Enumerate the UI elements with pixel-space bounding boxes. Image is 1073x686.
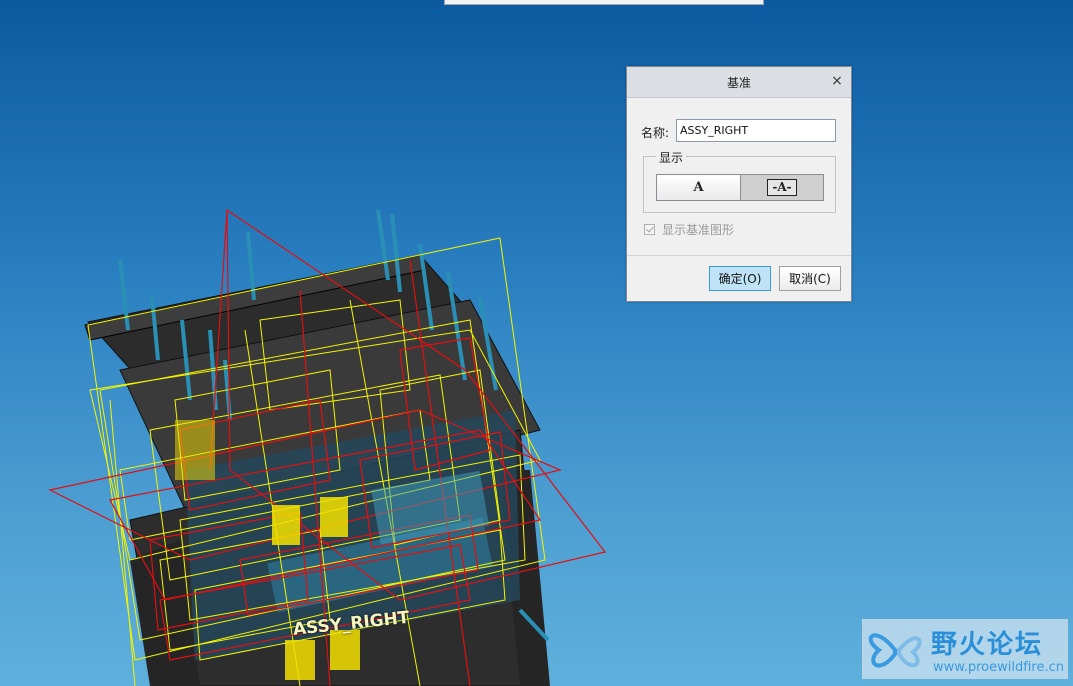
forum-watermark: 野火论坛 www.proewildfire.cn (862, 619, 1068, 679)
show-datum-graphic-row: 显示基准图形 (644, 221, 734, 238)
cancel-button[interactable]: 取消(C) (779, 266, 841, 291)
top-toolbar-edge (444, 0, 764, 5)
display-label-plain-text: A (693, 180, 704, 195)
dialog-separator (627, 255, 851, 256)
butterfly-logo-icon (868, 633, 922, 668)
close-icon[interactable]: × (830, 73, 844, 89)
cad-model-graphic (48, 208, 607, 686)
watermark-url: www.proewildfire.cn (933, 660, 1064, 675)
display-group: 显示 A -A- (643, 149, 836, 213)
show-datum-graphic-label: 显示基准图形 (662, 223, 735, 237)
display-group-label: 显示 (656, 149, 687, 166)
model-viewport[interactable]: ASSY_RIGHT (0, 0, 1073, 686)
name-input[interactable] (676, 119, 836, 142)
dialog-titlebar[interactable]: 基准 × (627, 67, 851, 98)
display-label-plain-button[interactable]: A (656, 174, 741, 201)
watermark-title: 野火论坛 (931, 630, 1044, 660)
ok-button[interactable]: 确定(O) (709, 266, 771, 291)
datum-dialog: 基准 × 名称: 显示 A -A- 显示基准图形 确定(O) 取消(C) (626, 66, 852, 302)
dialog-title: 基准 (726, 76, 751, 90)
show-datum-graphic-checkbox[interactable] (644, 224, 655, 235)
name-label: 名称: (641, 126, 670, 140)
display-label-framed-button[interactable]: -A- (740, 174, 824, 201)
display-label-framed-text: -A- (767, 179, 797, 196)
